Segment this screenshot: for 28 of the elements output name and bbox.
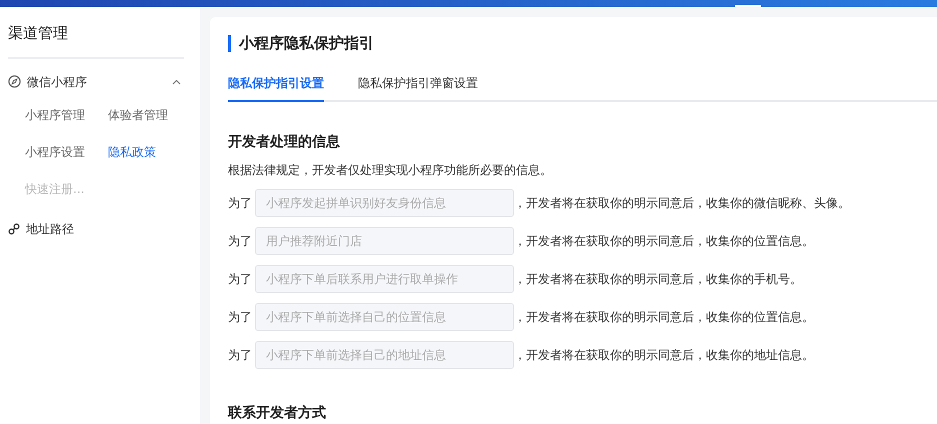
- active-indicator: [735, 5, 761, 7]
- section-description: 根据法律规定，开发者仅处理实现小程序功能所必要的信息。: [228, 162, 553, 179]
- sidebar-item[interactable]: 隐私政策: [108, 134, 200, 170]
- field-suffix: ，开发者将在获取你的明示同意后，收集你的位置信息。: [514, 233, 814, 250]
- tab[interactable]: 隐私保护指引设置: [228, 74, 324, 102]
- sidebar-item[interactable]: 小程序设置: [25, 134, 108, 170]
- field-prefix: 为了: [228, 309, 253, 326]
- field-suffix: ，开发者将在获取你的明示同意后，收集你的微信昵称、头像。: [514, 195, 850, 212]
- section-heading: 联系开发者方式: [228, 404, 327, 423]
- field-prefix: 为了: [228, 271, 253, 288]
- group-label: 地址路径: [26, 220, 75, 238]
- sidebar-group[interactable]: 微信小程序: [8, 66, 184, 96]
- field-prefix: 为了: [228, 233, 253, 250]
- section-heading: 开发者处理的信息: [228, 133, 341, 152]
- sidebar-item[interactable]: 体验者管理: [108, 96, 200, 134]
- link-icon: [8, 222, 20, 234]
- sidebar-title: 渠道管理: [8, 23, 69, 44]
- tab[interactable]: 隐私保护指引弹窗设置: [358, 74, 478, 102]
- field-suffix: ，开发者将在获取你的明示同意后，收集你的地址信息。: [514, 347, 814, 364]
- sidebar-item[interactable]: 小程序管理: [25, 96, 108, 134]
- compass-icon: [8, 75, 21, 88]
- field-suffix: ，开发者将在获取你的明示同意后，收集你的手机号。: [514, 271, 802, 288]
- sidebar-group[interactable]: 地址路径: [8, 214, 184, 244]
- field-prefix: 为了: [228, 195, 253, 212]
- field-suffix: ，开发者将在获取你的明示同意后，收集你的位置信息。: [514, 309, 814, 326]
- field-prefix: 为了: [228, 347, 253, 364]
- group-label: 微信小程序: [27, 74, 88, 90]
- page-title: 小程序隐私保护指引: [228, 35, 937, 52]
